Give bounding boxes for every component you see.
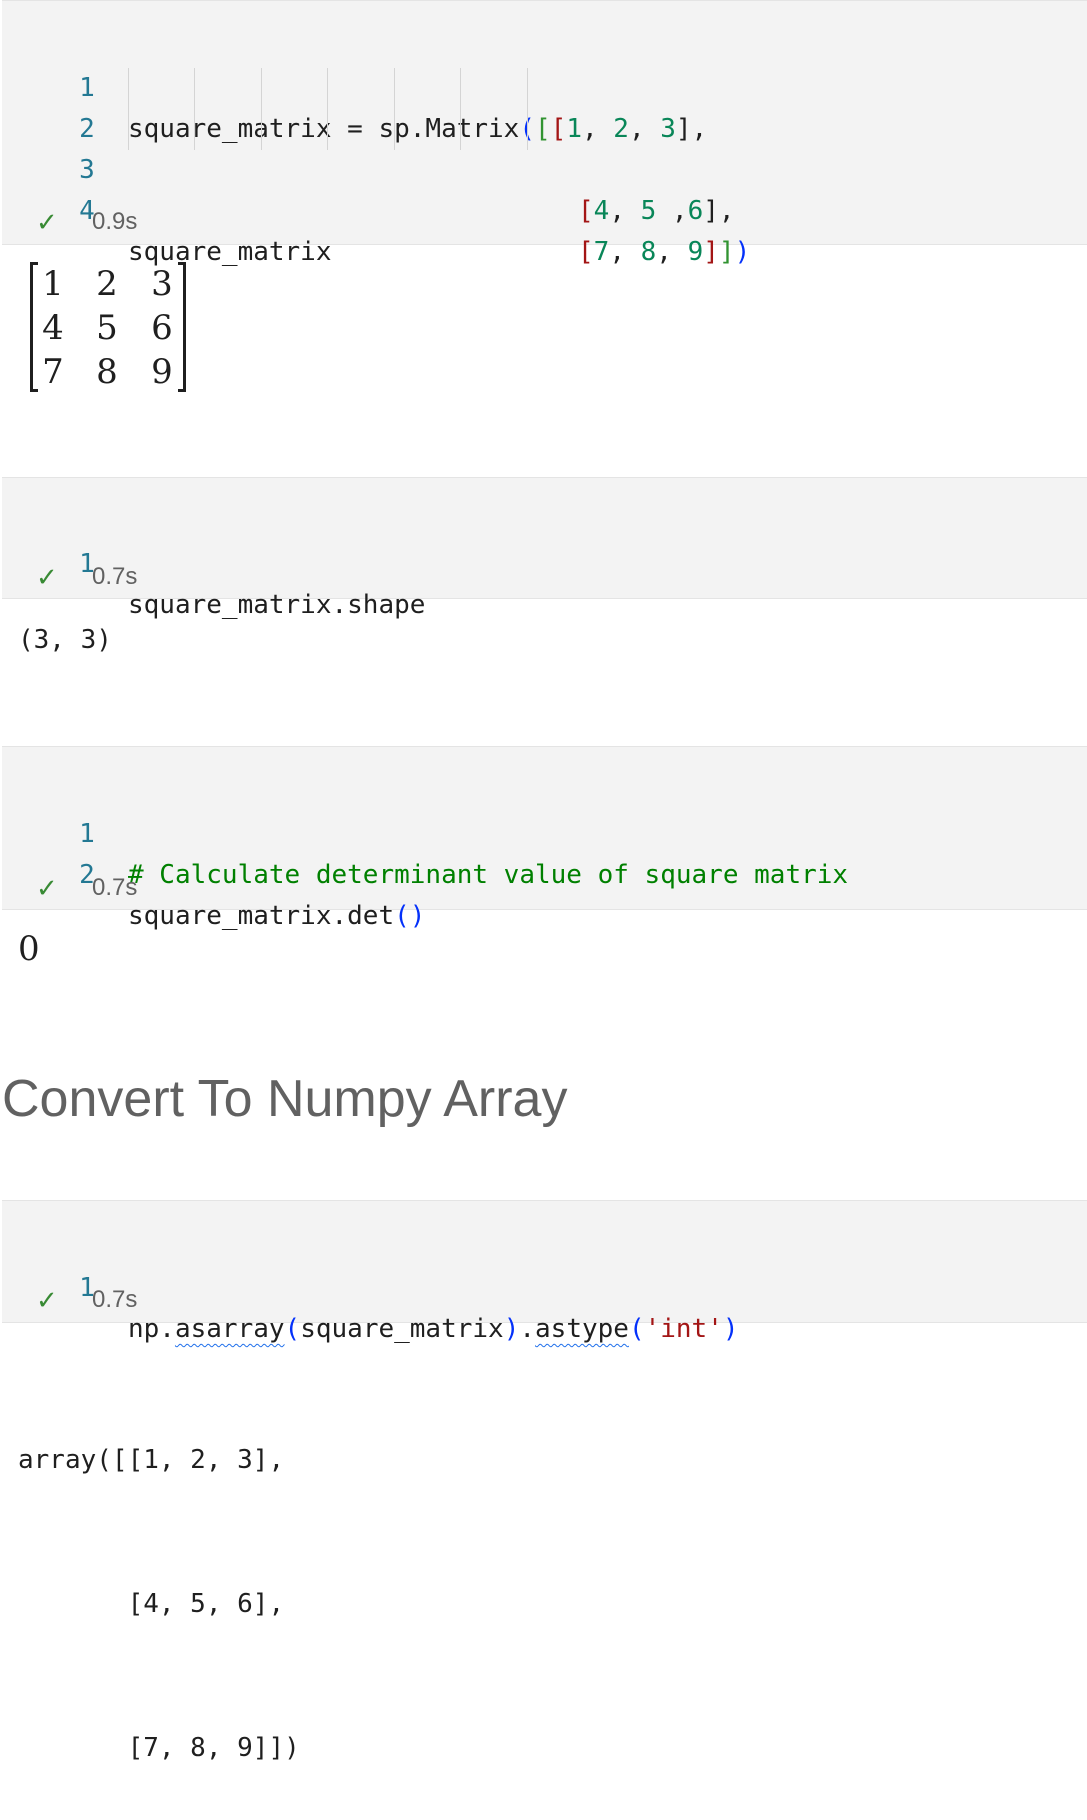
line-number: 1 xyxy=(79,819,95,849)
code-line[interactable]: 1 np.asarray(square_matrix).astype('int'… xyxy=(2,1227,738,1344)
matrix-entry: 5 xyxy=(96,308,118,348)
bracket: [ xyxy=(550,114,567,144)
string-literal: 'int' xyxy=(644,1314,723,1344)
number: 5 xyxy=(640,196,657,226)
check-icon: ✓ xyxy=(36,1285,58,1315)
matrix-entry: 2 xyxy=(96,264,118,304)
number: 8 xyxy=(640,237,657,267)
code-line[interactable]: 1 square_matrix.shape xyxy=(2,503,425,620)
code-cell-1[interactable]: 1 square_matrix = sp.Matrix([[1, 2, 3], … xyxy=(2,0,1087,267)
code-text: ], xyxy=(703,196,735,226)
execution-time: 0.7s xyxy=(92,874,138,901)
bracket: ] xyxy=(703,237,719,267)
number: 4 xyxy=(593,196,610,226)
array-output: array([[1, 2, 3], [4, 5, 6], [7, 8, 9]]) xyxy=(18,1340,300,1820)
check-icon: ✓ xyxy=(36,562,58,592)
matrix-entry: 6 xyxy=(151,308,173,348)
code-line[interactable]: 1 # Calculate determinant value of squar… xyxy=(2,773,848,890)
number: 6 xyxy=(687,196,704,226)
code-line[interactable]: 2 [4, 5 ,6], xyxy=(2,68,735,226)
markdown-heading: Convert To Numpy Array xyxy=(2,1070,568,1128)
paren: ) xyxy=(722,1314,739,1344)
paren: ) xyxy=(503,1314,520,1344)
code-text: square_matrix.shape xyxy=(128,590,426,620)
check-icon: ✓ xyxy=(36,207,58,237)
determinant-output: 0 xyxy=(18,929,40,969)
matrix-entry: 8 xyxy=(96,352,118,392)
bracket: ] xyxy=(718,237,735,267)
array-line: [4, 5, 6], xyxy=(18,1589,285,1619)
matrix-output: 1 2 3 4 5 6 7 8 9 xyxy=(30,262,186,394)
array-line: [7, 8, 9]]) xyxy=(18,1733,300,1763)
line-number: 3 xyxy=(79,155,95,185)
left-bracket xyxy=(30,262,38,392)
code-text: square_matrix.det xyxy=(128,901,395,931)
bracket: [ xyxy=(578,196,594,226)
matrix-entry: 4 xyxy=(42,308,64,348)
code-cell-4[interactable]: 1 np.asarray(square_matrix).astype('int'… xyxy=(2,1200,1087,1344)
code-text: . xyxy=(519,1314,536,1344)
bracket: [ xyxy=(535,114,551,144)
line-number: 2 xyxy=(79,114,95,144)
execution-time: 0.7s xyxy=(92,563,138,590)
paren: () xyxy=(394,901,426,931)
execution-time: 0.9s xyxy=(92,208,138,235)
paren: ) xyxy=(734,237,751,267)
matrix-entry: 9 xyxy=(151,352,173,392)
code-text: ], xyxy=(675,114,708,144)
number: 7 xyxy=(593,237,610,267)
matrix-entry: 7 xyxy=(42,352,64,392)
execution-time: 0.7s xyxy=(92,1286,138,1313)
number: 3 xyxy=(660,114,676,144)
line-number: 1 xyxy=(79,73,95,103)
code-line[interactable]: 2 square_matrix.det() xyxy=(2,814,425,931)
code-text: square_matrix xyxy=(300,1314,504,1344)
code-comment: # Calculate determinant value of square … xyxy=(128,860,849,890)
code-line[interactable]: 4 square_matrix xyxy=(2,150,331,267)
array-line: array([[1, 2, 3], xyxy=(18,1445,285,1475)
matrix-entry: 3 xyxy=(151,264,173,304)
code-line[interactable]: 3 [7, 8, 9]]) xyxy=(2,109,750,267)
function-name: astype xyxy=(535,1314,629,1344)
number: 2 xyxy=(613,114,629,144)
number: 1 xyxy=(566,114,582,144)
code-cell-3[interactable]: 1 # Calculate determinant value of squar… xyxy=(2,746,1087,931)
code-cell-2[interactable]: 1 square_matrix.shape ✓ 0.7s xyxy=(2,477,1087,620)
number: 9 xyxy=(687,237,704,267)
matrix-entry: 1 xyxy=(42,264,64,304)
right-bracket xyxy=(178,262,186,392)
paren: ( xyxy=(628,1314,645,1344)
shape-output: (3, 3) xyxy=(18,625,112,655)
check-icon: ✓ xyxy=(36,873,58,903)
bracket: [ xyxy=(578,237,594,267)
code-line[interactable]: 1 square_matrix = sp.Matrix([[1, 2, 3], xyxy=(2,27,707,144)
